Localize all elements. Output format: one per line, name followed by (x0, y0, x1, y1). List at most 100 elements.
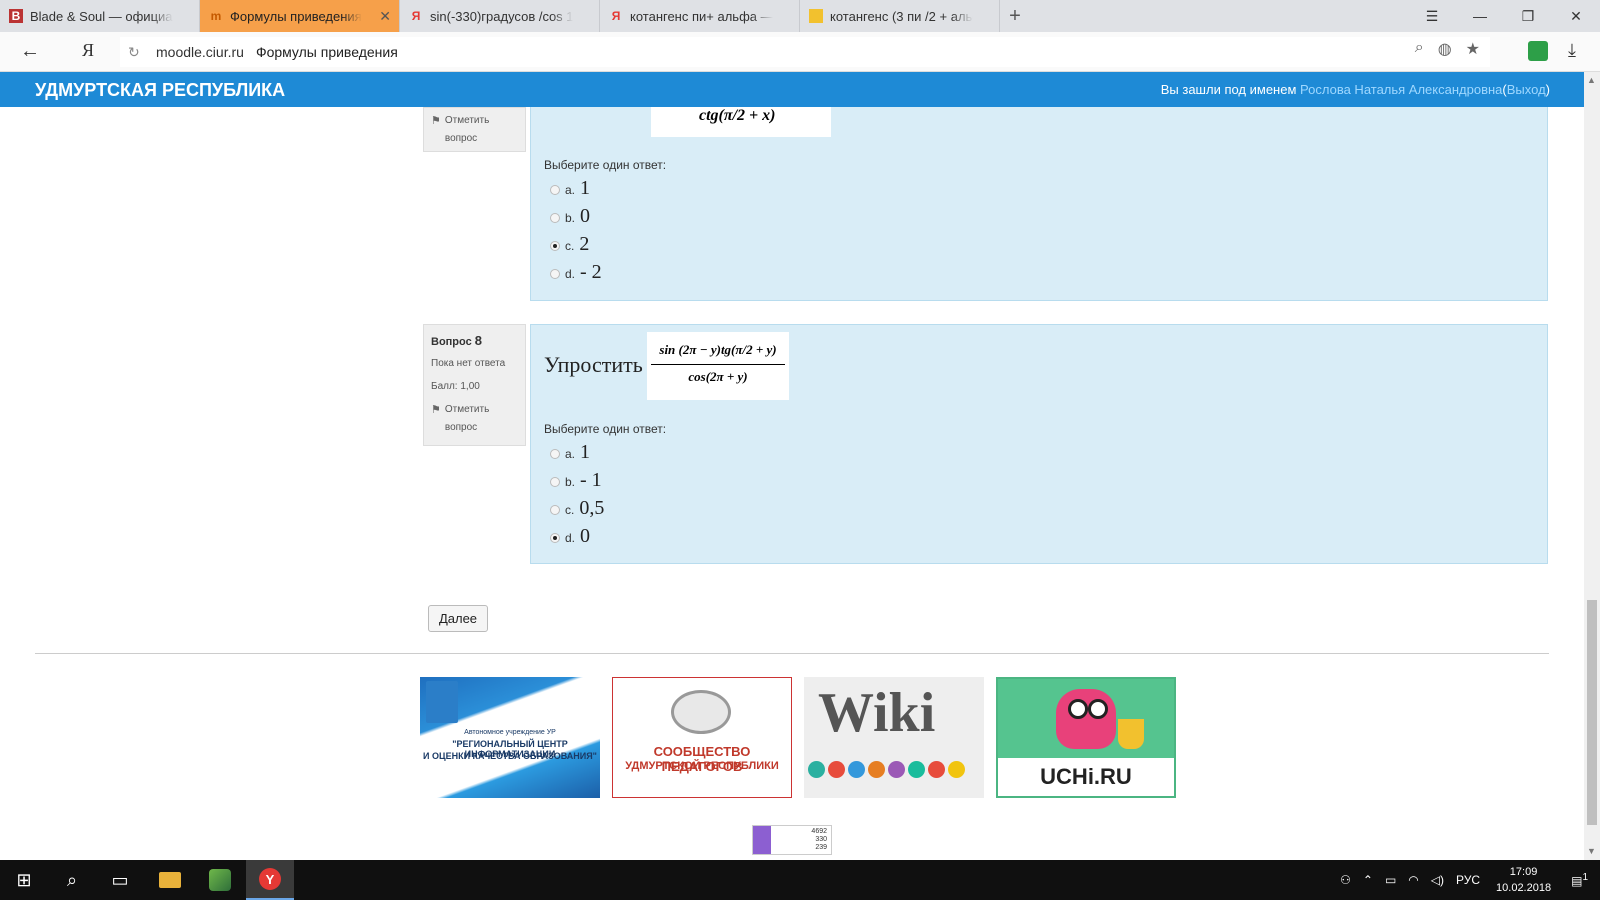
scroll-down-icon[interactable]: ▼ (1587, 846, 1596, 856)
answer-option[interactable]: c. 2 (550, 233, 589, 256)
close-window-icon[interactable]: ✕ (1552, 0, 1600, 32)
banner-wiki[interactable]: Wiki (804, 677, 984, 798)
answer-option[interactable]: a. 1 (550, 441, 590, 464)
site-header: УДМУРТСКАЯ РЕСПУБЛИКА Вы зашли под имене… (0, 72, 1584, 107)
answer-option[interactable]: a. 1 (550, 177, 590, 200)
close-icon[interactable]: ✕ (379, 8, 391, 25)
wifi-icon[interactable]: ◠ (1408, 873, 1418, 887)
answer-prompt: Выберите один ответ: (544, 158, 667, 172)
system-tray: ⚇ ⌃ ▭ ◠ ◁) РУС 17:09 10.02.2018 ▤1 (1334, 860, 1600, 900)
radio-button-checked[interactable] (550, 241, 560, 251)
banner-teachers-community[interactable]: СООБЩЕСТВО ПЕДАГОГОВ УДМУРТСКОЙ РЕСПУБЛИ… (612, 677, 792, 798)
answer-option[interactable]: b. 0 (550, 205, 590, 228)
restore-icon[interactable]: ❐ (1504, 0, 1552, 32)
flag-icon: ⚑ (431, 404, 441, 416)
login-prefix: Вы зашли под именем (1160, 82, 1297, 97)
address-bar-actions: ⌕ ◍ ★ (1415, 39, 1480, 59)
tab-label: Формулы приведения (230, 8, 362, 24)
community-logo-icon (671, 690, 731, 734)
login-info: Вы зашли под именем Рослова Наталья Алек… (1161, 82, 1550, 97)
windows-start-icon[interactable]: ⊞ (0, 860, 48, 900)
question-score: Балл: 1,00 (431, 381, 480, 392)
url-field[interactable]: ↻ moodle.ciur.ru Формулы приведения (120, 37, 1490, 67)
radio-button[interactable] (550, 477, 560, 487)
tab-label: sin(-330)градусов /cos 120 г (430, 8, 573, 24)
answer-option[interactable]: d. - 2 (550, 261, 602, 284)
wiki-icons (808, 761, 965, 778)
url-page-title: Формулы приведения (255, 44, 398, 60)
question-8-box: Упростить sin (2π − y)tg(π/2 + y) cos(2π… (530, 324, 1548, 564)
site-title: УДМУРТСКАЯ РЕСПУБЛИКА (35, 80, 286, 100)
answer-option[interactable]: d. 0 (550, 525, 590, 548)
battery-icon[interactable]: ▭ (1385, 873, 1396, 887)
show-hidden-icons[interactable]: ⌃ (1363, 873, 1373, 887)
radio-button[interactable] (550, 213, 560, 223)
clock[interactable]: 17:09 10.02.2018 (1496, 864, 1551, 896)
blade-soul-icon: B (9, 9, 23, 23)
scroll-up-icon[interactable]: ▲ (1587, 75, 1596, 85)
browser-tab[interactable]: Я sin(-330)градусов /cos 120 г (400, 0, 600, 32)
window-controls: ☰ — ❐ ✕ (1408, 0, 1600, 32)
extension-icon[interactable] (1528, 41, 1548, 61)
wiki-logo: Wiki (818, 682, 936, 744)
banner-rcio[interactable]: Автономное учреждение УР "РЕГИОНАЛЬНЫЙ Ц… (420, 677, 600, 798)
liveinternet-counter[interactable]: 4692 330 239 (752, 825, 832, 855)
language-indicator[interactable]: РУС (1456, 873, 1480, 887)
question-status: Пока нет ответа (431, 358, 506, 369)
next-button[interactable]: Далее (428, 605, 488, 632)
yandex-icon: Я (611, 9, 621, 23)
radio-button[interactable] (550, 185, 560, 195)
question-7-box: ctg(π/2 + x) Выберите один ответ: a. 1 b… (530, 107, 1548, 301)
browser-tab[interactable]: B Blade & Soul — официальный (0, 0, 200, 32)
new-tab-button[interactable]: + (1000, 0, 1030, 32)
browser-tab[interactable]: котангенс (3 пи /2 + альфа) (800, 0, 1000, 32)
logout-link[interactable]: Выход (1507, 82, 1546, 97)
download-icon[interactable]: ⤓ (1568, 40, 1576, 61)
yandex-icon: Я (411, 9, 421, 23)
flag-icon: ⚑ (431, 115, 441, 127)
radio-button-checked[interactable] (550, 533, 560, 543)
browser-tab-bar: B Blade & Soul — официальный m Формулы п… (0, 0, 1600, 32)
menu-icon[interactable]: ☰ (1408, 0, 1456, 32)
answer-option[interactable]: c. 0,5 (550, 497, 604, 520)
counter-chart-icon (753, 826, 771, 854)
task-view-icon[interactable]: ▭ (96, 860, 144, 900)
logout-close: ) (1545, 82, 1550, 97)
moodle-icon: m (210, 9, 222, 23)
scrollbar-thumb[interactable] (1587, 600, 1597, 825)
back-arrow-icon[interactable]: ← (20, 40, 40, 63)
game-launcher-icon[interactable] (196, 860, 244, 900)
banner-uchi-ru[interactable]: UCHi.RU (996, 677, 1176, 798)
reload-icon[interactable]: ↻ (128, 44, 148, 61)
user-name-link[interactable]: Рослова Наталья Александровна (1300, 82, 1502, 97)
protect-icon[interactable]: ◍ (1438, 39, 1452, 59)
radio-button[interactable] (550, 269, 560, 279)
flag-question[interactable]: ⚑ Отметить вопрос (431, 112, 518, 148)
question-8-info: Вопрос 8 Пока нет ответа Балл: 1,00 ⚑ От… (423, 324, 526, 446)
notifications-icon[interactable]: ▤1 (1571, 872, 1588, 888)
search-icon[interactable]: ⌕ (1415, 39, 1424, 59)
address-bar: ← Я ↻ moodle.ciur.ru Формулы приведения … (0, 32, 1600, 72)
bookmark-star-icon[interactable]: ★ (1466, 39, 1480, 59)
tab-label: Blade & Soul — официальный (30, 8, 173, 24)
volume-icon[interactable]: ◁) (1431, 873, 1444, 887)
rcio-logo-icon (426, 681, 458, 723)
question-8-formula: sin (2π − y)tg(π/2 + y) cos(2π + y) (647, 332, 789, 400)
question-text: Упростить (544, 352, 643, 377)
people-icon[interactable]: ⚇ (1340, 873, 1351, 887)
url-domain: moodle.ciur.ru (156, 44, 244, 60)
question-7-info: ⚑ Отметить вопрос (423, 107, 526, 152)
browser-tab-active[interactable]: m Формулы приведения ✕ (200, 0, 400, 32)
answer-option[interactable]: b. - 1 (550, 469, 602, 492)
minimize-icon[interactable]: — (1456, 0, 1504, 32)
tab-label: котангенс пи+ альфа — Ян (630, 8, 773, 24)
radio-button[interactable] (550, 505, 560, 515)
yandex-browser-icon[interactable]: Y (246, 860, 294, 900)
windows-taskbar: ⊞ ⌕ ▭ Y ⚇ ⌃ ▭ ◠ ◁) РУС 17:09 10.02.2018 … (0, 860, 1600, 900)
yandex-button[interactable]: Я (82, 40, 94, 61)
radio-button[interactable] (550, 449, 560, 459)
browser-tab[interactable]: Я котангенс пи+ альфа — Ян (600, 0, 800, 32)
file-explorer-icon[interactable] (146, 860, 194, 900)
search-icon[interactable]: ⌕ (48, 860, 96, 900)
flag-question[interactable]: ⚑ Отметить вопрос (431, 401, 518, 437)
